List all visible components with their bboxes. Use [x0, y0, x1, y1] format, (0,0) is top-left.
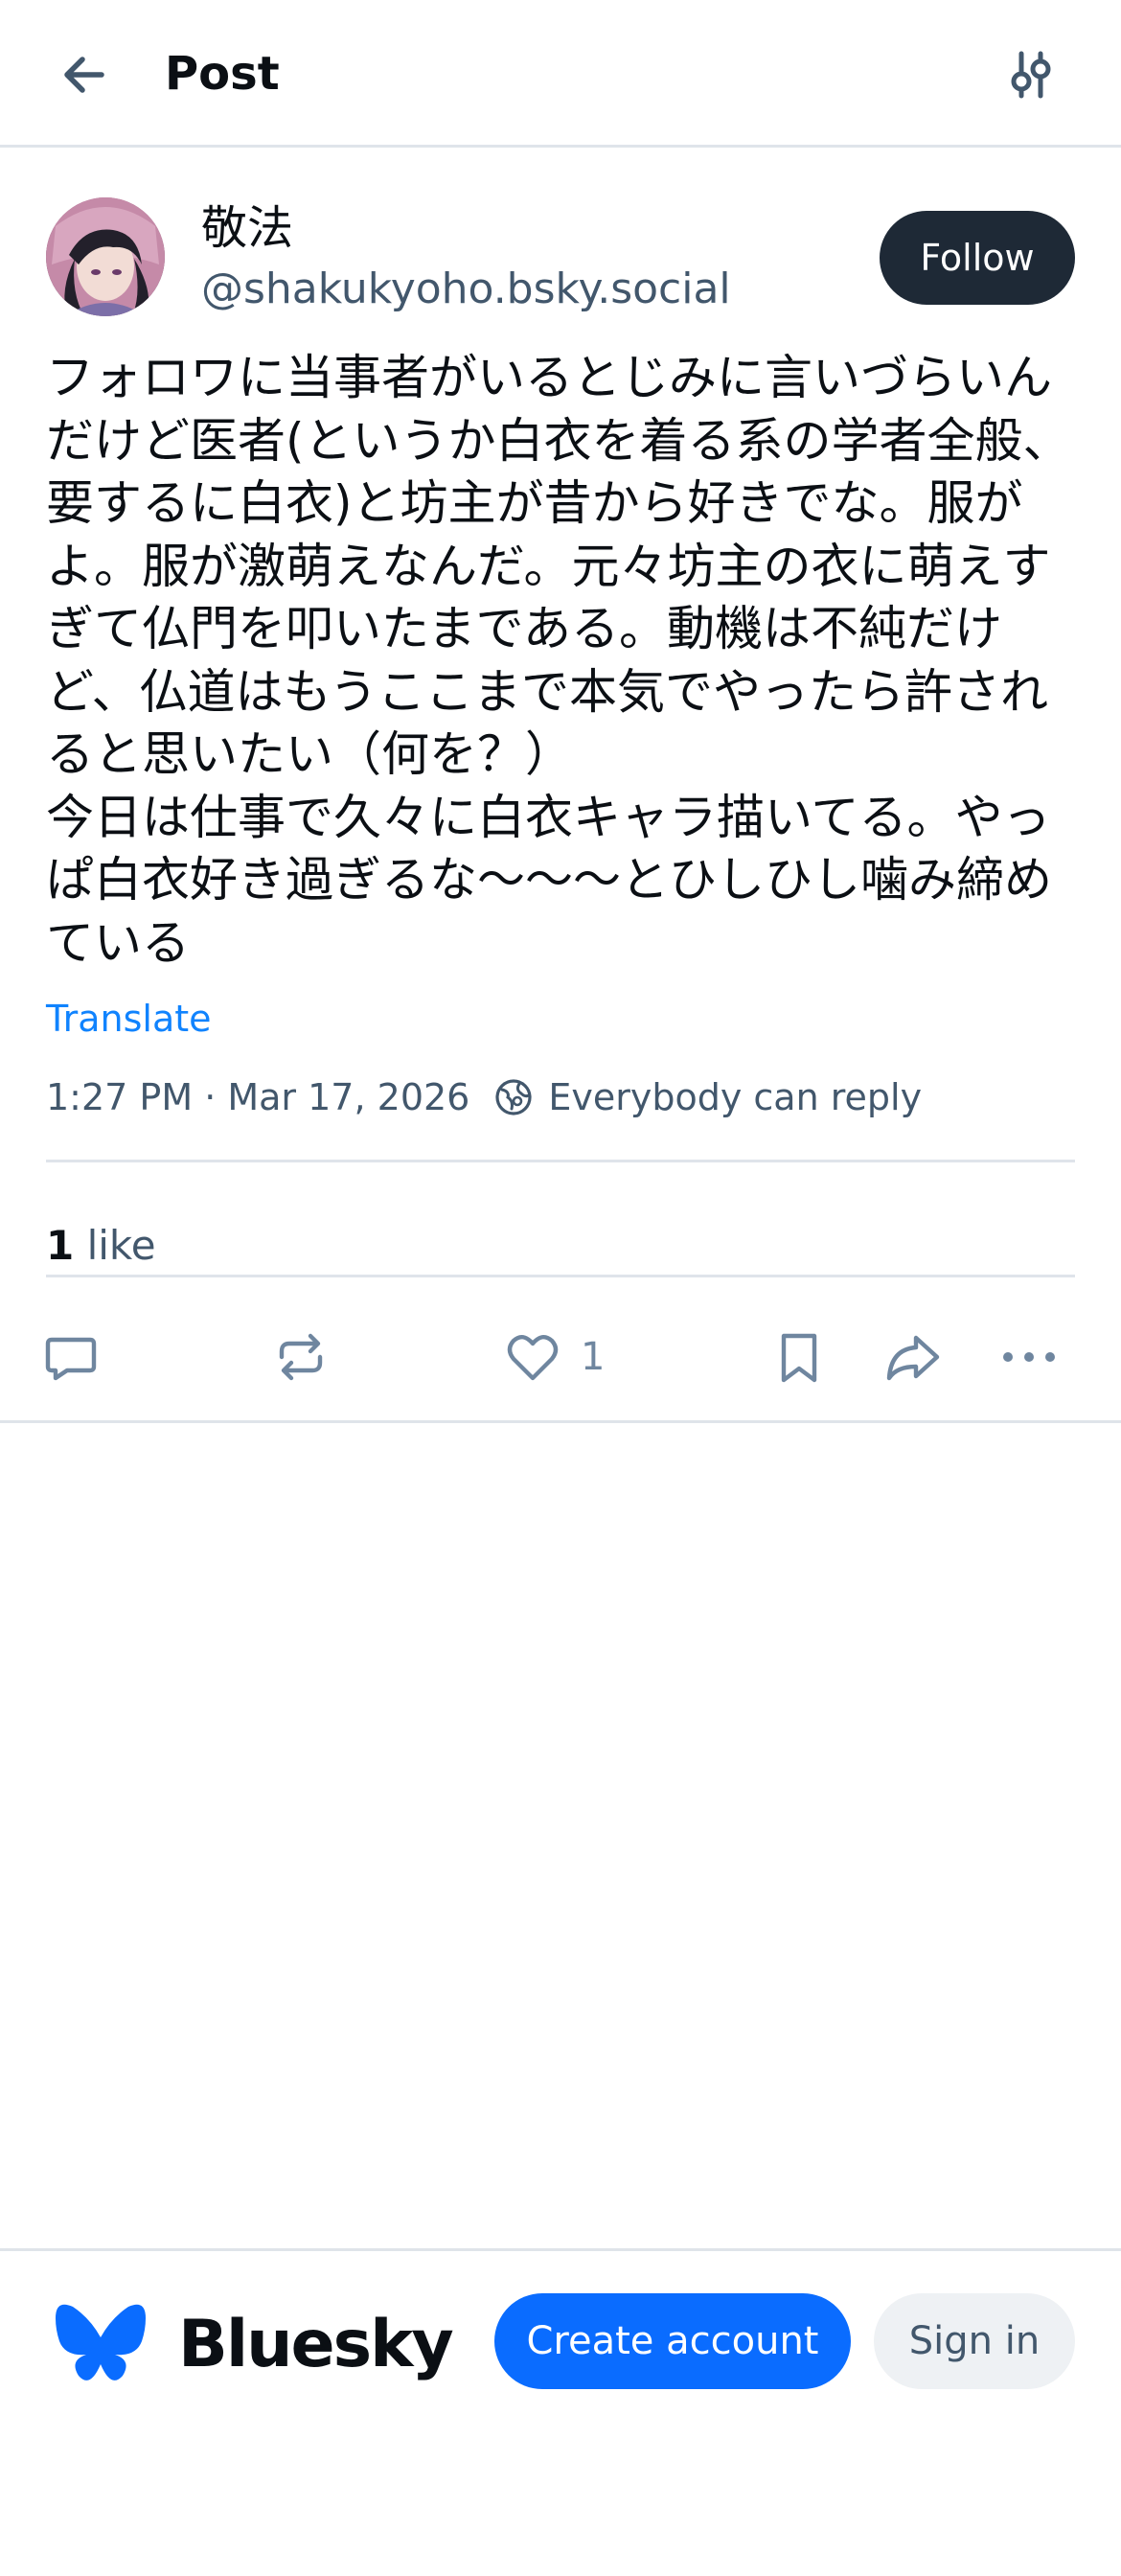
post-text: フォロワに当事者がいるとじみに言いづらいんだけど医者(というか白衣を着る系の学者…: [46, 350, 1071, 971]
repost-icon: [279, 1333, 323, 1381]
sliders-icon: [1011, 51, 1051, 99]
likes-label: like: [86, 1222, 156, 1269]
likes-count: 1: [46, 1222, 75, 1269]
heart-icon: [507, 1335, 559, 1381]
signup-footer: Bluesky Create account Sign in: [0, 2248, 1121, 2576]
share-arrow-icon: [886, 1335, 940, 1381]
bluesky-butterfly-icon: [56, 2304, 146, 2380]
repost-button[interactable]: [272, 1328, 330, 1386]
sign-in-button[interactable]: Sign in: [874, 2293, 1075, 2389]
bookmark-button[interactable]: [770, 1328, 828, 1386]
back-button[interactable]: [50, 40, 119, 109]
avatar-image: [46, 197, 165, 316]
post-actions: 1: [0, 1309, 1121, 1405]
globe-icon: [495, 1079, 532, 1116]
arrow-left-icon: [64, 57, 104, 93]
thread-settings-button[interactable]: [996, 40, 1065, 109]
post-timestamp[interactable]: 1:27 PM · Mar 17, 2026: [46, 1073, 469, 1121]
page-title: Post: [165, 47, 280, 101]
likes-summary[interactable]: 1 like: [46, 1219, 156, 1273]
follow-button[interactable]: Follow: [880, 211, 1075, 305]
share-button[interactable]: [883, 1328, 941, 1386]
author-display-name[interactable]: 敬法: [201, 197, 293, 259]
like-count: 1: [581, 1335, 606, 1379]
avatar[interactable]: [46, 197, 165, 316]
like-button[interactable]: 1: [504, 1328, 605, 1386]
more-dots-icon: [1003, 1352, 1055, 1362]
divider: [46, 1275, 1075, 1277]
create-account-button[interactable]: Create account: [494, 2293, 851, 2389]
reply-setting[interactable]: Everybody can reply: [548, 1073, 922, 1121]
bluesky-wordmark: Bluesky: [178, 2307, 454, 2382]
translate-link[interactable]: Translate: [46, 995, 212, 1043]
thread-divider: [0, 1420, 1121, 1423]
more-options-button[interactable]: [1000, 1328, 1058, 1386]
reply-icon: [45, 1337, 97, 1381]
divider: [46, 1160, 1075, 1162]
bookmark-icon: [781, 1333, 817, 1383]
reply-button[interactable]: [42, 1328, 100, 1386]
author-handle[interactable]: @shakukyoho.bsky.social: [201, 261, 731, 318]
post-meta: 1:27 PM · Mar 17, 2026 Everybody can rep…: [46, 1073, 922, 1121]
top-bar: Post: [0, 0, 1121, 148]
